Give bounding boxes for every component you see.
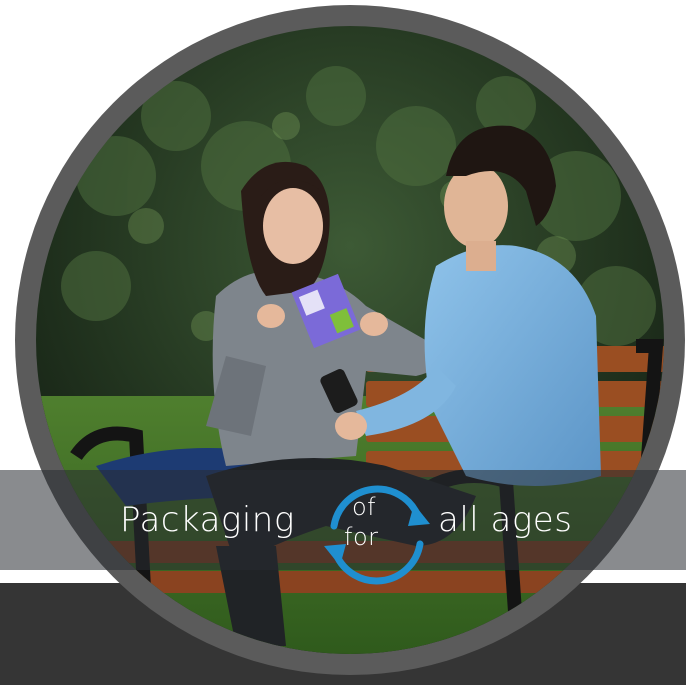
slogan-of-text: of — [352, 493, 377, 521]
slogan-for-text: for — [344, 523, 379, 551]
slogan-left-text: Packaging — [120, 500, 295, 540]
slogan-right-text: all ages — [438, 500, 573, 540]
